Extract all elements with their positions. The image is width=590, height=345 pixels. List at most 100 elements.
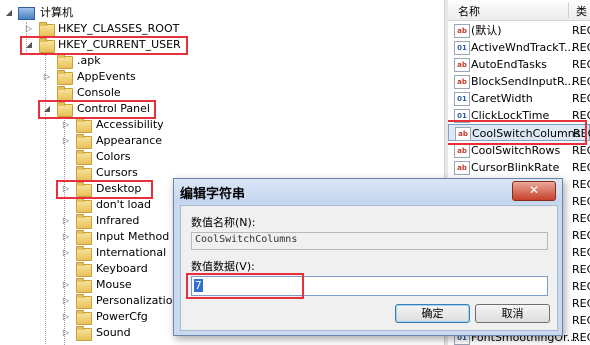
tree-item-label: Cursors [96, 166, 138, 179]
value-name-field: CoolSwitchColumns [191, 232, 548, 250]
tree-item-label: AppEvents [77, 70, 136, 83]
highlight-box [20, 36, 188, 55]
value-row[interactable]: ab CursorBlinkRate REG [448, 159, 590, 176]
value-row[interactable]: ab BlockSendInputR... REG [448, 73, 590, 90]
value-type: REG [572, 92, 590, 105]
tree-item-label: PowerCfg [96, 310, 148, 323]
highlight-box [448, 120, 587, 145]
expand-icon[interactable]: ▷ [61, 325, 71, 341]
computer-icon [18, 7, 35, 20]
folder-icon [76, 134, 92, 149]
tree-item-label: Infrared [96, 214, 140, 227]
folder-icon [76, 198, 92, 213]
expand-icon[interactable]: ▷ [24, 21, 34, 37]
value-type: REG [572, 41, 590, 54]
highlight-box [186, 273, 304, 299]
expand-icon[interactable]: ▷ [61, 133, 71, 149]
tree-item-label: Colors [96, 150, 131, 163]
folder-icon [57, 70, 73, 85]
value-name-label: 数值名称(N): [191, 216, 256, 229]
value-row[interactable]: 01 CaretWidth REG [448, 90, 590, 107]
folder-icon [76, 214, 92, 229]
folder-icon [76, 230, 92, 245]
tree-item-label: Appearance [96, 134, 163, 147]
tree-item-label: Keyboard [96, 262, 148, 275]
folder-icon [76, 310, 92, 325]
ok-button[interactable]: 确定 [395, 304, 470, 323]
value-type: REC [572, 195, 590, 208]
expand-icon[interactable]: ▷ [61, 245, 71, 261]
expand-icon[interactable]: ▷ [61, 277, 71, 293]
expand-icon[interactable]: ▷ [61, 213, 71, 229]
tree-item-label: Console [77, 86, 121, 99]
expand-icon[interactable]: ▷ [61, 309, 71, 325]
folder-icon [76, 294, 92, 309]
folder-icon [57, 54, 73, 69]
expand-icon[interactable]: ▷ [61, 117, 71, 133]
value-name: CursorBlinkRate [471, 161, 560, 174]
value-type: REC [572, 229, 590, 242]
edit-string-dialog: 编辑字符串 ✕ 数值名称(N): CoolSwitchColumns 数值数据(… [173, 178, 563, 336]
value-name: BlockSendInputR... [471, 75, 575, 88]
value-row[interactable]: ab (默认) REG [448, 22, 590, 39]
string-value-icon: ab [454, 58, 470, 72]
dialog-title: 编辑字符串 [180, 187, 246, 202]
column-divider[interactable] [568, 2, 569, 18]
folder-icon [76, 118, 92, 133]
tree-root-label: 计算机 [40, 6, 73, 19]
dialog-body: 数值名称(N): CoolSwitchColumns 数值数据(V): 7 确定… [180, 205, 558, 331]
tree-item-label: Accessibility [96, 118, 164, 131]
value-name-text: CoolSwitchColumns [195, 234, 298, 245]
string-value-icon: ab [454, 24, 470, 38]
value-type: REC [572, 246, 590, 259]
value-type: REC [572, 280, 590, 293]
tree-connector [45, 54, 46, 344]
binary-value-icon: 01 [454, 92, 470, 106]
value-name: CaretWidth [471, 92, 533, 105]
value-type: REG [572, 161, 590, 174]
value-type: REC [572, 297, 590, 310]
value-type: REC [572, 178, 590, 191]
value-name: AutoEndTasks [471, 58, 547, 71]
string-value-icon: ab [454, 161, 470, 175]
collapse-icon[interactable]: ◢ [4, 5, 14, 21]
highlight-box [56, 180, 153, 199]
folder-icon [76, 262, 92, 277]
tree-item-label: HKEY_CLASSES_ROOT [58, 22, 180, 35]
string-value-icon: ab [454, 75, 470, 89]
column-header-type[interactable]: 类 [576, 3, 587, 19]
tree-item-label: Mouse [96, 278, 132, 291]
folder-icon [76, 150, 92, 165]
value-type: REC [572, 212, 590, 225]
expand-icon[interactable]: ▷ [42, 69, 52, 85]
value-type: REG [572, 75, 590, 88]
close-icon[interactable]: ✕ [512, 181, 556, 201]
value-data-label: 数值数据(V): [191, 260, 255, 273]
value-row[interactable]: ab AutoEndTasks REG [448, 56, 590, 73]
expand-icon[interactable]: ▷ [61, 293, 71, 309]
tree-item-label: Sound [96, 326, 131, 339]
folder-icon [76, 326, 92, 341]
tree-item-label: Input Method [96, 230, 170, 243]
value-name: ActiveWndTrackT... [471, 41, 575, 54]
value-name: (默认) [471, 24, 502, 37]
expand-icon[interactable]: ▷ [61, 229, 71, 245]
values-header: 名称 类 [448, 0, 590, 21]
value-type: REC [572, 314, 590, 327]
folder-icon [76, 278, 92, 293]
string-value-icon: ab [454, 144, 470, 158]
value-row[interactable]: 01 ActiveWndTrackT... REG [448, 39, 590, 56]
tree-item-label: don't load [96, 198, 152, 211]
value-type: REC [572, 263, 590, 276]
dialog-titlebar[interactable]: 编辑字符串 ✕ [174, 179, 562, 203]
highlight-box [38, 100, 156, 119]
column-header-name[interactable]: 名称 [458, 3, 480, 19]
value-type: REG [572, 58, 590, 71]
cancel-button[interactable]: 取消 [475, 304, 550, 323]
value-type: REC [572, 331, 590, 344]
tree-item-label: Personalization [96, 294, 180, 307]
folder-icon [76, 246, 92, 261]
binary-value-icon: 01 [454, 41, 470, 55]
value-type: REG [572, 24, 590, 37]
tree-item-label: .apk [77, 54, 101, 67]
